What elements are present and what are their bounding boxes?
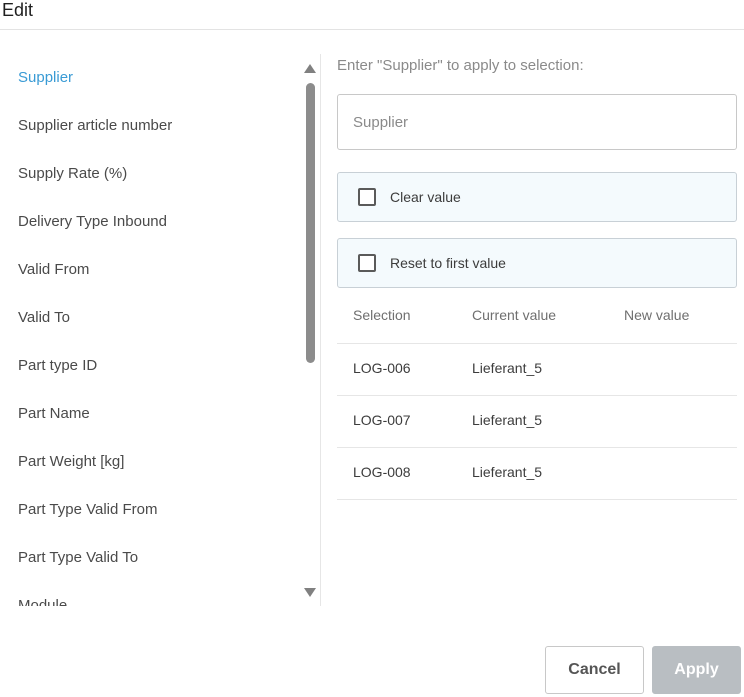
field-list-scrollbar[interactable] [302, 54, 319, 606]
field-item-supply-rate[interactable]: Supply Rate (%) [18, 165, 127, 183]
dialog-title: Edit [2, 0, 34, 20]
cell-current-value: Lieferant_5 [472, 412, 543, 428]
cancel-button[interactable]: Cancel [545, 646, 644, 694]
table-row: LOG-007 Lieferant_5 [337, 396, 737, 448]
field-item-part-name[interactable]: Part Name [18, 405, 90, 423]
field-item-supplier[interactable]: Supplier [18, 69, 73, 87]
panel-divider [320, 54, 321, 606]
clear-value-option[interactable]: Clear value [337, 172, 737, 222]
field-item-part-weight[interactable]: Part Weight [kg] [18, 453, 124, 471]
field-list: Supplier Supplier article number Supply … [0, 54, 302, 606]
field-item-delivery-type-inbound[interactable]: Delivery Type Inbound [18, 213, 167, 231]
scroll-down-arrow-icon[interactable] [304, 588, 316, 597]
reset-first-value-label: Reset to first value [390, 255, 506, 271]
scroll-up-arrow-icon[interactable] [304, 64, 316, 73]
reset-first-value-checkbox[interactable] [358, 254, 376, 272]
table-header: Selection Current value New value [337, 292, 737, 344]
field-item-valid-from[interactable]: Valid From [18, 261, 89, 279]
edit-instruction: Enter "Supplier" to apply to selection: [337, 57, 584, 74]
field-item-part-type-id[interactable]: Part type ID [18, 357, 97, 375]
header-current-value: Current value [472, 307, 557, 323]
table-row: LOG-006 Lieferant_5 [337, 344, 737, 396]
field-item-part-type-valid-to[interactable]: Part Type Valid To [18, 549, 138, 567]
clear-value-checkbox[interactable] [358, 188, 376, 206]
cell-current-value: Lieferant_5 [472, 360, 543, 376]
selection-table: Selection Current value New value LOG-00… [337, 292, 737, 500]
cell-selection: LOG-006 [353, 360, 411, 376]
field-item-supplier-article-number[interactable]: Supplier article number [18, 117, 172, 135]
apply-button[interactable]: Apply [652, 646, 741, 694]
field-item-valid-to[interactable]: Valid To [18, 309, 70, 327]
field-item-part-type-valid-from[interactable]: Part Type Valid From [18, 501, 158, 519]
field-item-module[interactable]: Module [18, 597, 67, 606]
reset-first-value-option[interactable]: Reset to first value [337, 238, 737, 288]
supplier-input[interactable] [337, 94, 737, 150]
clear-value-label: Clear value [390, 189, 461, 205]
cell-selection: LOG-007 [353, 412, 411, 428]
header-new-value: New value [624, 307, 690, 323]
title-divider [0, 29, 744, 30]
cell-current-value: Lieferant_5 [472, 464, 543, 480]
cell-selection: LOG-008 [353, 464, 411, 480]
table-row: LOG-008 Lieferant_5 [337, 448, 737, 500]
header-selection: Selection [353, 307, 411, 323]
scroll-thumb[interactable] [306, 83, 315, 363]
